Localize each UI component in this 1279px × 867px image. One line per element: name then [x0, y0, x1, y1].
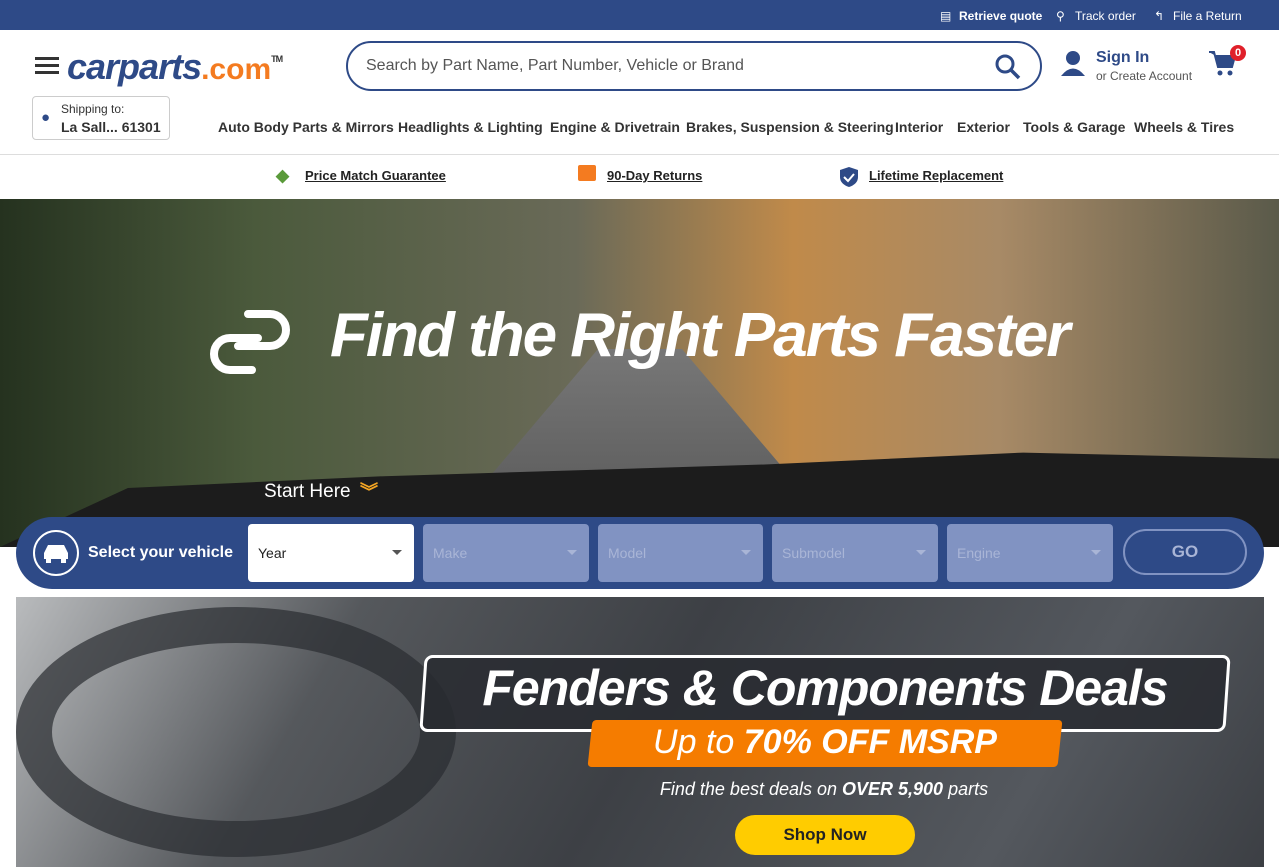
- shop-now-button[interactable]: Shop Now: [735, 815, 915, 855]
- site-logo[interactable]: carparts.comTM: [67, 46, 283, 88]
- year-select[interactable]: Year: [248, 524, 414, 582]
- nav-brakes[interactable]: Brakes, Suspension & Steering: [686, 119, 894, 135]
- retrieve-quote-link[interactable]: Retrieve quote: [959, 9, 1042, 23]
- make-select[interactable]: Make: [423, 524, 589, 582]
- value-props-bar: ◆ Price Match Guarantee 90-Day Returns L…: [0, 155, 1279, 199]
- go-button[interactable]: GO: [1123, 529, 1247, 575]
- make-select-value: Make: [433, 545, 468, 561]
- promo-subtitle-prefix: Up to: [653, 723, 744, 761]
- submodel-select-value: Submodel: [782, 545, 846, 561]
- nav-tools[interactable]: Tools & Garage: [1023, 119, 1125, 135]
- hamburger-menu-icon[interactable]: [35, 57, 59, 74]
- search-icon[interactable]: [994, 53, 1022, 81]
- nav-engine[interactable]: Engine & Drivetrain: [550, 119, 680, 135]
- model-select-value: Model: [608, 545, 647, 561]
- returns-link[interactable]: 90-Day Returns: [607, 168, 702, 183]
- logo-suffix: .com: [201, 53, 272, 86]
- carparts-swoosh-logo-icon: [210, 310, 290, 374]
- year-select-value: Year: [258, 545, 287, 561]
- location-pin-icon: ●: [41, 109, 51, 126]
- chevron-down-icon: [392, 550, 402, 555]
- select-vehicle-label: Select your vehicle: [88, 544, 233, 561]
- promo-discount: 70% OFF MSRP: [743, 723, 997, 761]
- nav-auto-body[interactable]: Auto Body Parts & Mirrors: [218, 119, 394, 135]
- chevron-double-down-icon: ︾: [360, 482, 378, 502]
- nav-interior[interactable]: Interior: [895, 119, 943, 135]
- promo-banner[interactable]: Fenders & Components Deals Up to 70% OFF…: [16, 597, 1264, 867]
- hero-banner: [0, 199, 1279, 547]
- return-arrow-icon: ↰: [1154, 9, 1165, 23]
- engine-select[interactable]: Engine: [947, 524, 1113, 582]
- search-placeholder: Search by Part Name, Part Number, Vehicl…: [366, 57, 744, 74]
- create-account-link[interactable]: or Create Account: [1096, 69, 1192, 83]
- fender-graphic: [16, 607, 456, 857]
- search-input[interactable]: Search by Part Name, Part Number, Vehicl…: [346, 41, 1042, 91]
- quote-icon: ▤: [940, 9, 952, 23]
- model-select[interactable]: Model: [598, 524, 763, 582]
- sign-in-link[interactable]: Sign In: [1096, 49, 1149, 67]
- lifetime-replacement-link[interactable]: Lifetime Replacement: [869, 168, 1003, 183]
- price-match-link[interactable]: Price Match Guarantee: [305, 168, 446, 183]
- shipping-label: Shipping to:: [61, 102, 125, 116]
- nav-exterior[interactable]: Exterior: [957, 119, 1010, 135]
- nav-headlights[interactable]: Headlights & Lighting: [398, 119, 543, 135]
- vehicle-selector: Select your vehicle Year Make Model Subm…: [16, 517, 1264, 589]
- promo-title: Fenders & Components Deals: [482, 660, 1168, 716]
- returns-box-icon: [578, 165, 596, 181]
- shield-check-icon: [840, 167, 858, 187]
- car-icon: [33, 530, 79, 576]
- shipping-location: La Sall... 61301: [61, 119, 161, 135]
- chevron-down-icon: [1091, 550, 1101, 555]
- start-here-label: Start Here: [264, 481, 351, 502]
- nav-wheels[interactable]: Wheels & Tires: [1134, 119, 1234, 135]
- location-pin-icon: ⚲: [1056, 9, 1065, 23]
- chevron-down-icon: [567, 550, 577, 555]
- logo-tm: TM: [271, 54, 283, 64]
- user-icon[interactable]: [1060, 49, 1086, 77]
- logo-main: carparts: [67, 46, 202, 87]
- top-utility-bar: ▤ Retrieve quote ⚲ Track order ↰ File a …: [0, 0, 1279, 30]
- chevron-down-icon: [916, 550, 926, 555]
- shipping-location-button[interactable]: ● Shipping to: La Sall... 61301: [32, 96, 170, 140]
- chevron-down-icon: [741, 550, 751, 555]
- file-return-link[interactable]: File a Return: [1173, 9, 1242, 23]
- promo-desc-count: OVER 5,900: [842, 779, 944, 799]
- hero-title: Find the Right Parts Faster: [330, 301, 1070, 370]
- engine-select-value: Engine: [957, 545, 1001, 561]
- submodel-select[interactable]: Submodel: [772, 524, 938, 582]
- price-tag-icon: ◆: [276, 166, 290, 185]
- cart-count-badge: 0: [1230, 45, 1246, 61]
- track-order-link[interactable]: Track order: [1075, 9, 1136, 23]
- promo-desc-suffix: parts: [943, 779, 989, 799]
- promo-desc-prefix: Find the best deals on: [659, 779, 843, 799]
